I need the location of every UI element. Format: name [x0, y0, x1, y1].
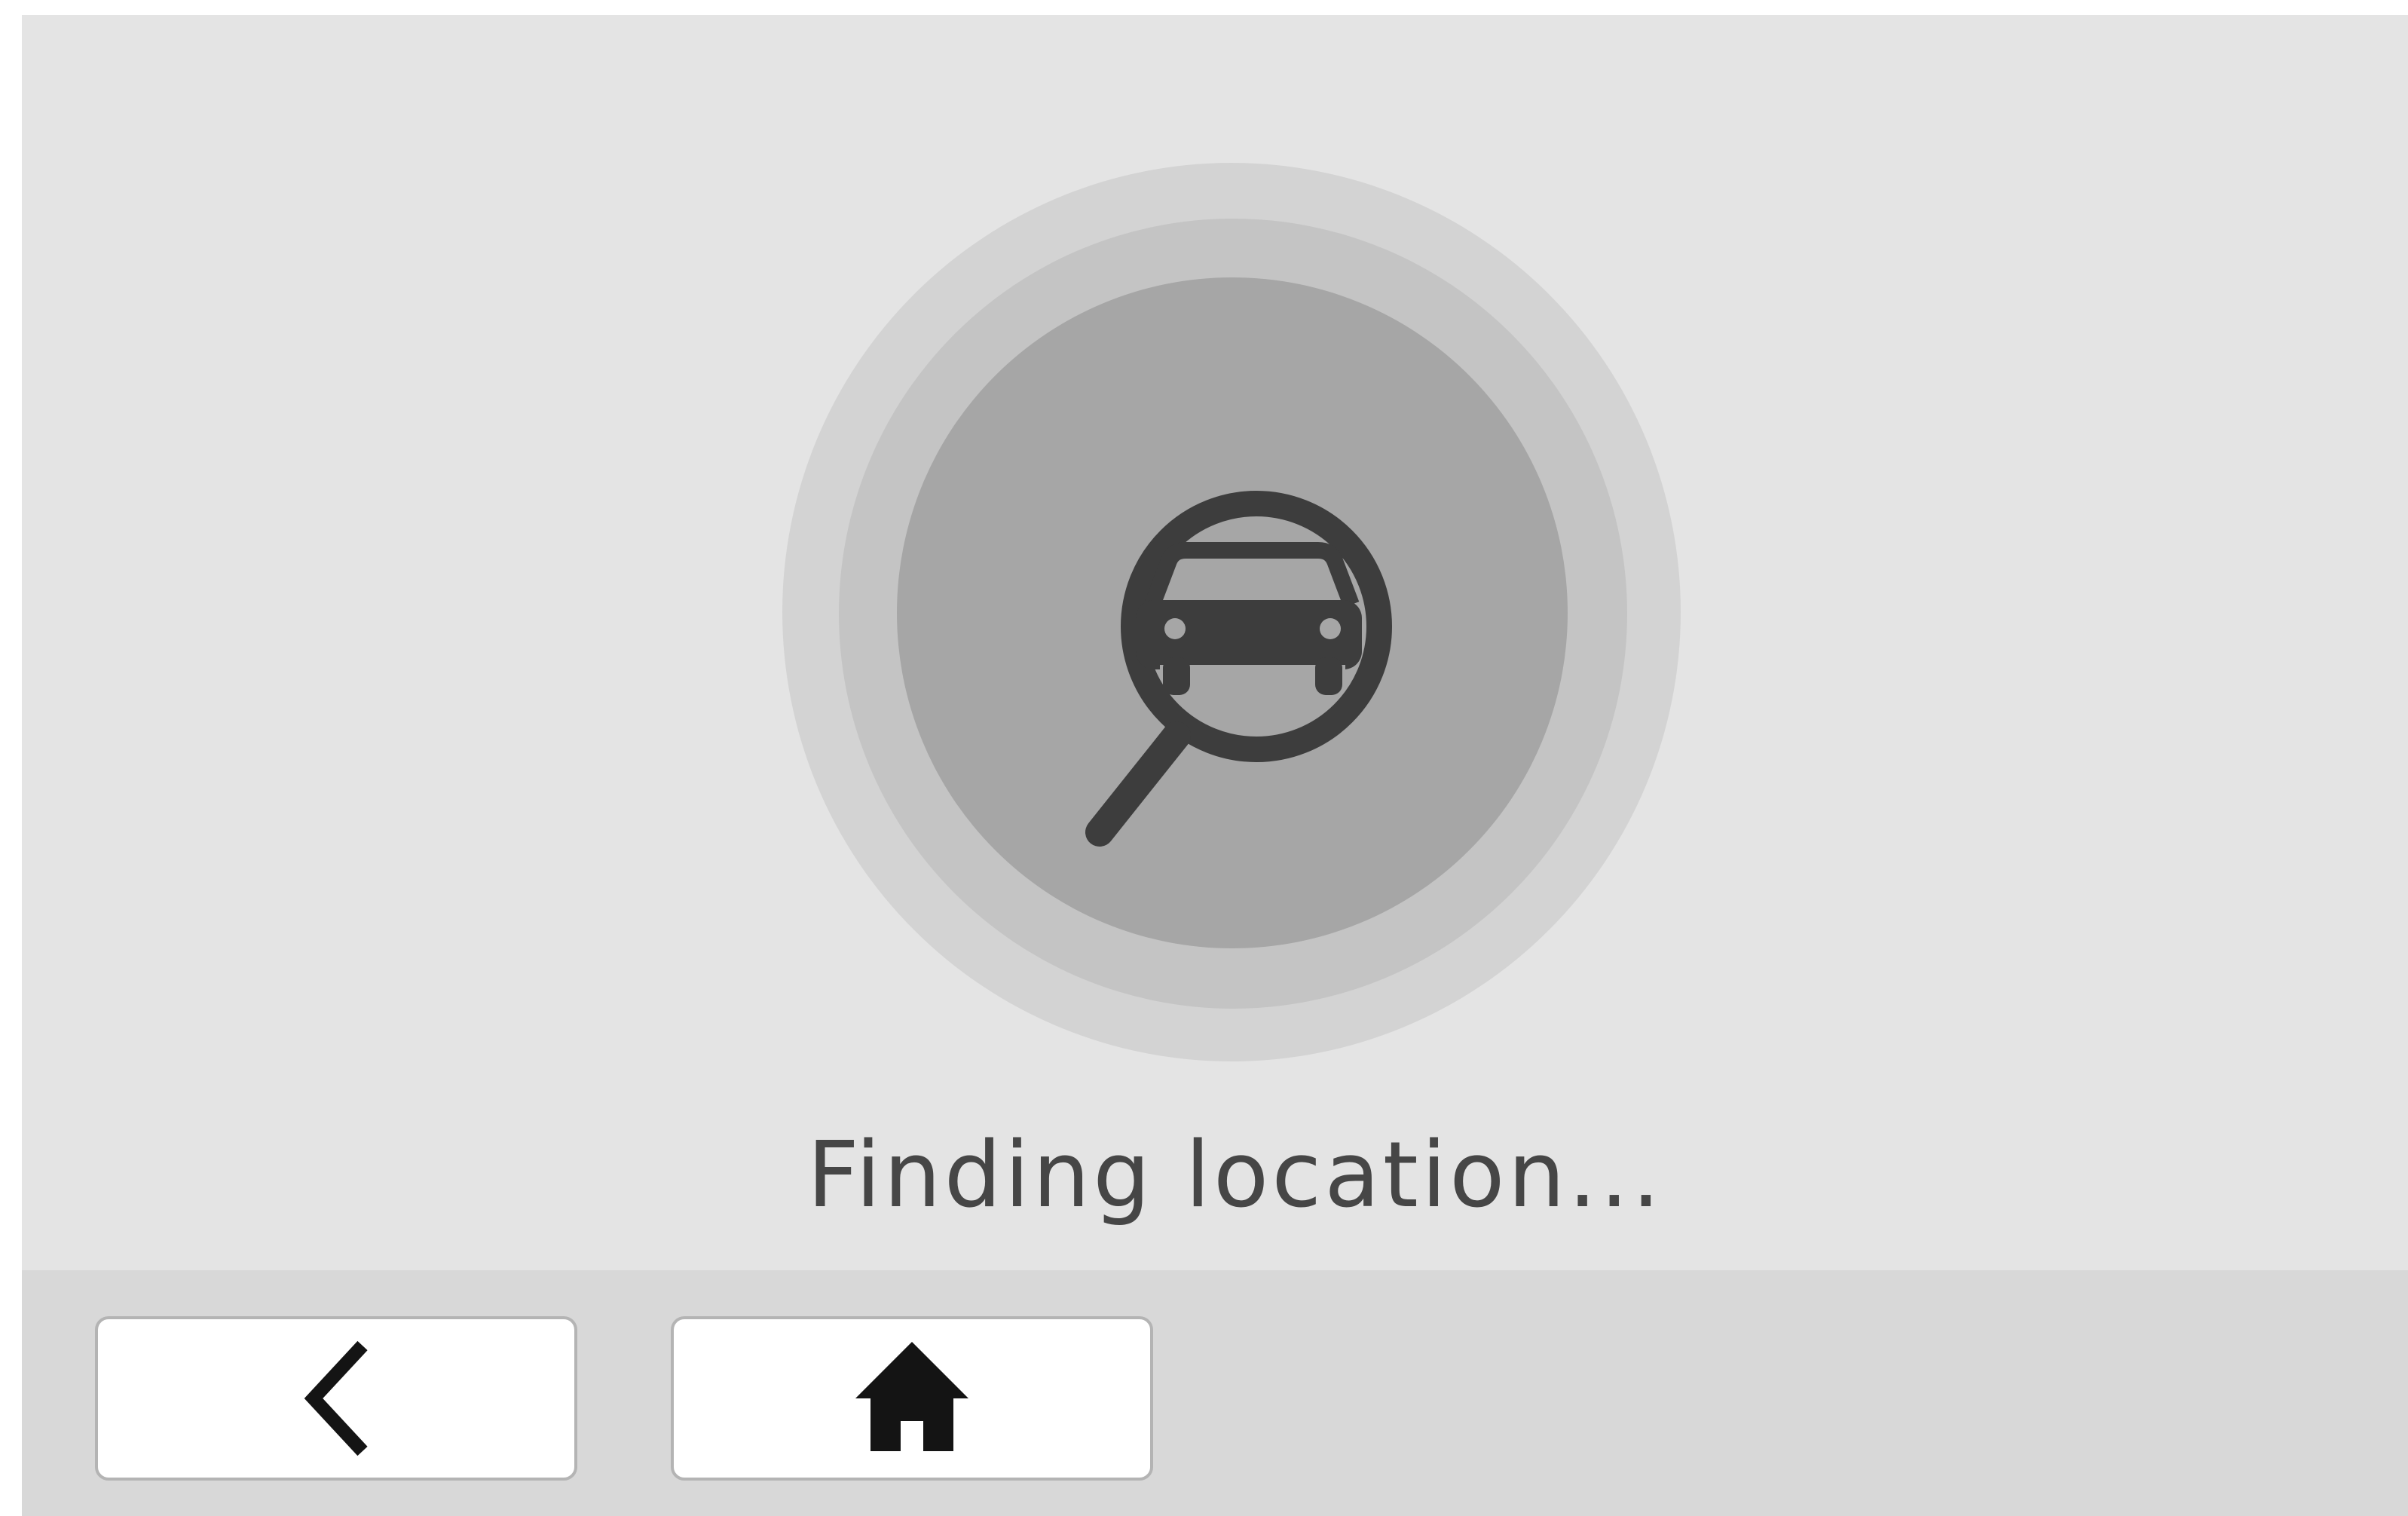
home-icon — [855, 1342, 968, 1451]
home-button[interactable] — [671, 1316, 1153, 1481]
app-screen: Finding location... — [22, 15, 2408, 1516]
chevron-left-icon — [304, 1340, 368, 1456]
main-area: Finding location... — [22, 15, 2408, 1270]
back-button[interactable] — [95, 1316, 577, 1481]
car-search-icon — [1085, 491, 1392, 847]
bottom-nav-bar — [22, 1270, 2408, 1516]
status-text: Finding location... — [806, 1123, 1664, 1228]
